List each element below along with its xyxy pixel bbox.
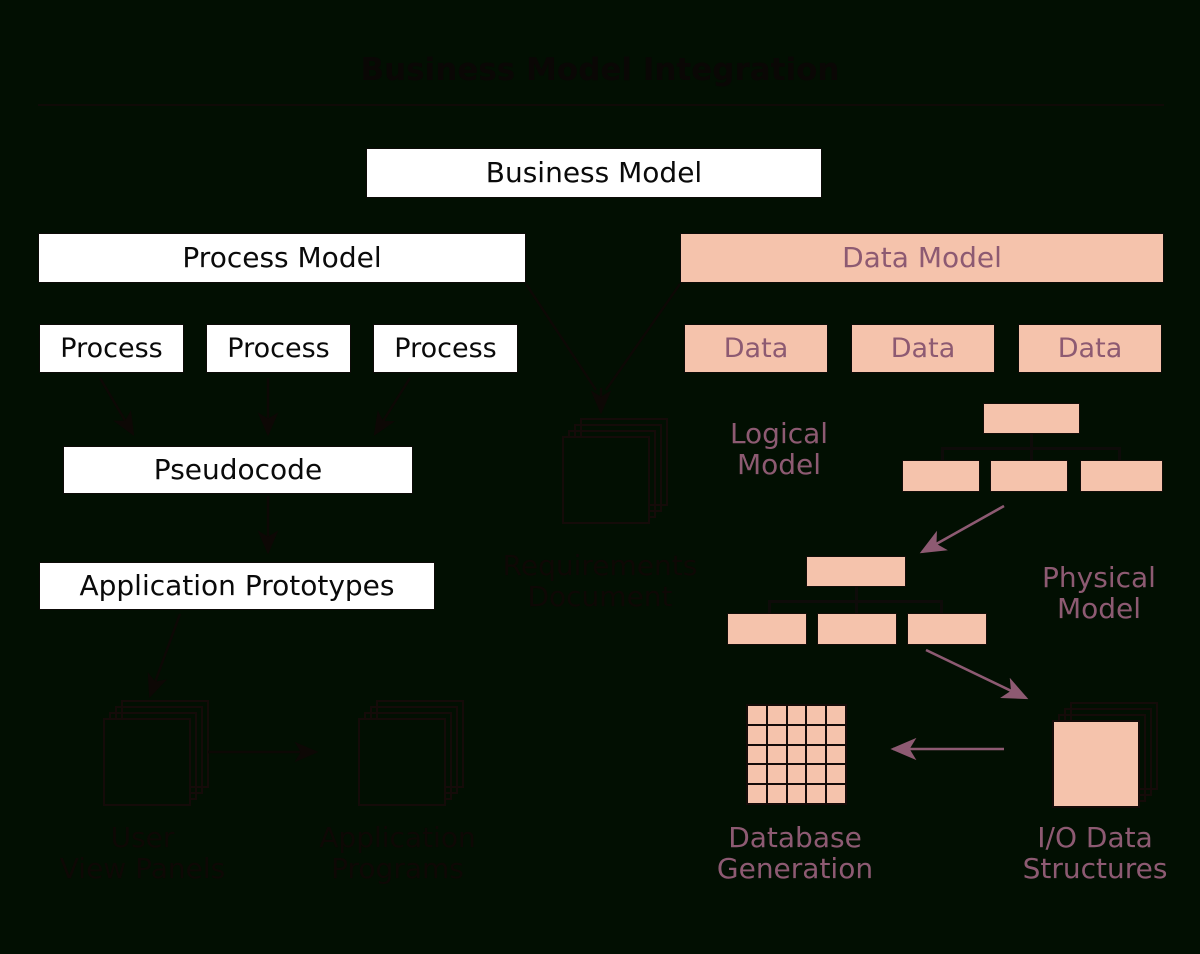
physical-model-drop-left <box>768 600 771 614</box>
diagram-canvas: Business Model Integration Business Mode… <box>0 0 1200 954</box>
node-process-model-label: Process Model <box>182 241 382 274</box>
physical-model-child-1 <box>727 613 807 645</box>
physical-model-child-3 <box>907 613 987 645</box>
logical-model-crossbar <box>941 447 1121 450</box>
title-divider <box>38 104 1164 106</box>
database-generation-grid-icon <box>746 704 847 805</box>
node-process-1-label: Process <box>60 333 163 364</box>
physical-model-label: Physical Model <box>1042 561 1156 626</box>
logical-model-drop-right <box>1118 447 1121 461</box>
physical-model-crossbar <box>768 600 943 603</box>
link-data-model-to-requirements <box>605 283 681 391</box>
application-programs-stack-icon <box>358 700 478 812</box>
physical-model-root-node <box>806 556 906 587</box>
node-business-model-label: Business Model <box>485 156 703 189</box>
node-pseudocode[interactable]: Pseudocode <box>63 446 413 494</box>
arrow-logical-to-physical-model <box>919 504 1005 554</box>
arrow-prototypes-to-user-view-panels <box>147 613 182 699</box>
logical-model-label: Logical Model <box>729 417 829 482</box>
node-process-3-label: Process <box>394 333 497 364</box>
logical-model-root-node <box>983 403 1080 434</box>
page-title: Business Model Integration <box>360 52 840 88</box>
logical-model-child-2 <box>990 460 1068 492</box>
io-data-structures-stack-icon <box>1052 702 1172 814</box>
io-data-structures-label: I/O Data Structures <box>1022 821 1168 886</box>
requirements-document-label: Requirements Document <box>502 549 698 614</box>
physical-model-drop-right <box>940 600 943 614</box>
node-process-2-label: Process <box>227 333 330 364</box>
node-data-2-label: Data <box>890 333 956 364</box>
node-process-2[interactable]: Process <box>206 324 351 373</box>
node-process-3[interactable]: Process <box>373 324 518 373</box>
node-data-1-label: Data <box>723 333 789 364</box>
node-business-model[interactable]: Business Model <box>366 148 822 198</box>
node-data-model[interactable]: Data Model <box>680 233 1164 283</box>
node-process-model[interactable]: Process Model <box>38 233 526 283</box>
node-data-3[interactable]: Data <box>1018 324 1162 373</box>
requirements-document-stack-icon <box>562 418 682 530</box>
node-pseudocode-label: Pseudocode <box>153 453 323 486</box>
node-application-prototypes[interactable]: Application Prototypes <box>39 562 435 610</box>
node-application-prototypes-label: Application Prototypes <box>79 569 395 602</box>
link-process-model-to-requirements <box>524 283 598 391</box>
logical-model-child-3 <box>1080 460 1163 492</box>
database-generation-label: Database Generation <box>716 821 874 886</box>
user-view-panels-label: User View Panels <box>59 821 226 886</box>
application-programs-label: Application Programs <box>319 821 476 886</box>
arrow-process3-to-pseudocode <box>373 377 412 437</box>
logical-model-child-1 <box>902 460 980 492</box>
node-data-1[interactable]: Data <box>684 324 828 373</box>
node-process-1[interactable]: Process <box>39 324 184 373</box>
node-data-2[interactable]: Data <box>851 324 995 373</box>
node-data-model-label: Data Model <box>842 241 1002 274</box>
user-view-panels-stack-icon <box>103 700 223 812</box>
physical-model-child-2 <box>817 613 897 645</box>
node-data-3-label: Data <box>1057 333 1123 364</box>
arrow-process1-to-pseudocode <box>98 377 135 437</box>
logical-model-drop-left <box>941 447 944 461</box>
arrow-physical-to-io-data-structures <box>925 648 1029 700</box>
